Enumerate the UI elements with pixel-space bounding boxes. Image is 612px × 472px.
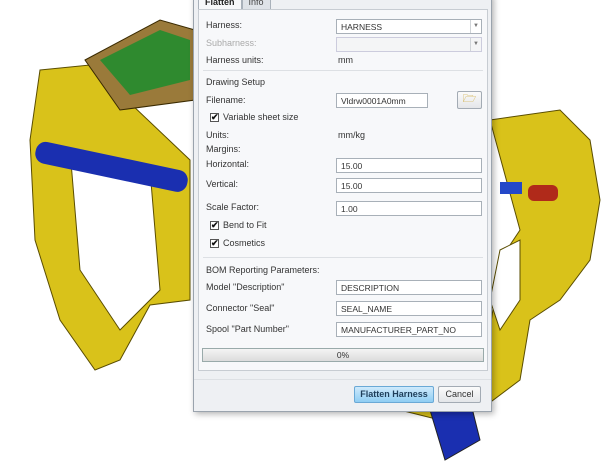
progress-bar: 0% — [202, 348, 484, 362]
model-description-input[interactable]: DESCRIPTION — [336, 280, 482, 295]
flatten-panel: Harness: HARNESS ▼ Subharness: ▼ Harness … — [198, 9, 488, 371]
checkmark-icon: ✔ — [210, 111, 219, 122]
browse-folder-button[interactable]: 🗁 — [457, 91, 482, 109]
connector-seal-label: Connector "Seal" — [206, 303, 275, 313]
red-connector — [528, 185, 558, 201]
scale-factor-input[interactable]: 1.00 — [336, 201, 482, 216]
tab-info[interactable]: Info — [241, 0, 271, 9]
variable-sheet-size-label: Variable sheet size — [223, 112, 299, 122]
blue-connector — [500, 182, 522, 194]
connector-seal-input[interactable]: SEAL_NAME — [336, 301, 482, 316]
folder-icon: 🗁 — [462, 93, 477, 105]
subharness-label: Subharness: — [206, 38, 257, 48]
flatten-harness-button[interactable]: Flatten Harness — [354, 386, 434, 403]
bend-to-fit-checkbox[interactable]: ✔ Bend to Fit — [210, 220, 267, 230]
chevron-down-icon: ▼ — [470, 20, 481, 33]
model-description-label: Model "Description" — [206, 282, 285, 292]
filename-label: Filename: — [206, 95, 246, 105]
horizontal-margin-input[interactable]: 15.00 — [336, 158, 482, 173]
harness-select[interactable]: HARNESS ▼ — [336, 19, 482, 34]
tab-flatten[interactable]: Flatten — [198, 0, 242, 9]
vertical-label: Vertical: — [206, 179, 239, 189]
harness-units-value: mm — [338, 55, 353, 65]
horizontal-label: Horizontal: — [206, 159, 250, 169]
cosmetics-label: Cosmetics — [223, 238, 266, 248]
flatten-harness-dialog: Flatten Info Harness: HARNESS ▼ Subharnes… — [193, 0, 492, 412]
divider — [203, 257, 483, 258]
units-value: mm/kg — [338, 130, 365, 140]
drawing-setup-heading: Drawing Setup — [206, 77, 266, 87]
filename-input[interactable]: Vldrw0001A0mm — [336, 93, 428, 108]
variable-sheet-size-checkbox[interactable]: ✔ Variable sheet size — [210, 112, 298, 122]
chevron-down-icon: ▼ — [470, 38, 481, 51]
cancel-button[interactable]: Cancel — [438, 386, 481, 403]
harness-label: Harness: — [206, 20, 243, 30]
bend-to-fit-label: Bend to Fit — [223, 220, 267, 230]
margins-label: Margins: — [206, 144, 241, 154]
bom-heading: BOM Reporting Parameters: — [206, 265, 320, 275]
cosmetics-checkbox[interactable]: ✔ Cosmetics — [210, 238, 265, 248]
vertical-margin-input[interactable]: 15.00 — [336, 178, 482, 193]
scale-factor-label: Scale Factor: — [206, 202, 260, 212]
checkmark-icon: ✔ — [210, 237, 219, 248]
spool-part-number-label: Spool "Part Number" — [206, 324, 289, 334]
divider — [194, 379, 491, 380]
subharness-select[interactable]: ▼ — [336, 37, 482, 52]
harness-value: HARNESS — [341, 22, 383, 32]
spool-part-number-input[interactable]: MANUFACTURER_PART_NO — [336, 322, 482, 337]
divider — [203, 70, 483, 71]
harness-units-label: Harness units: — [206, 55, 264, 65]
units-label: Units: — [206, 130, 230, 140]
checkmark-icon: ✔ — [210, 219, 219, 230]
